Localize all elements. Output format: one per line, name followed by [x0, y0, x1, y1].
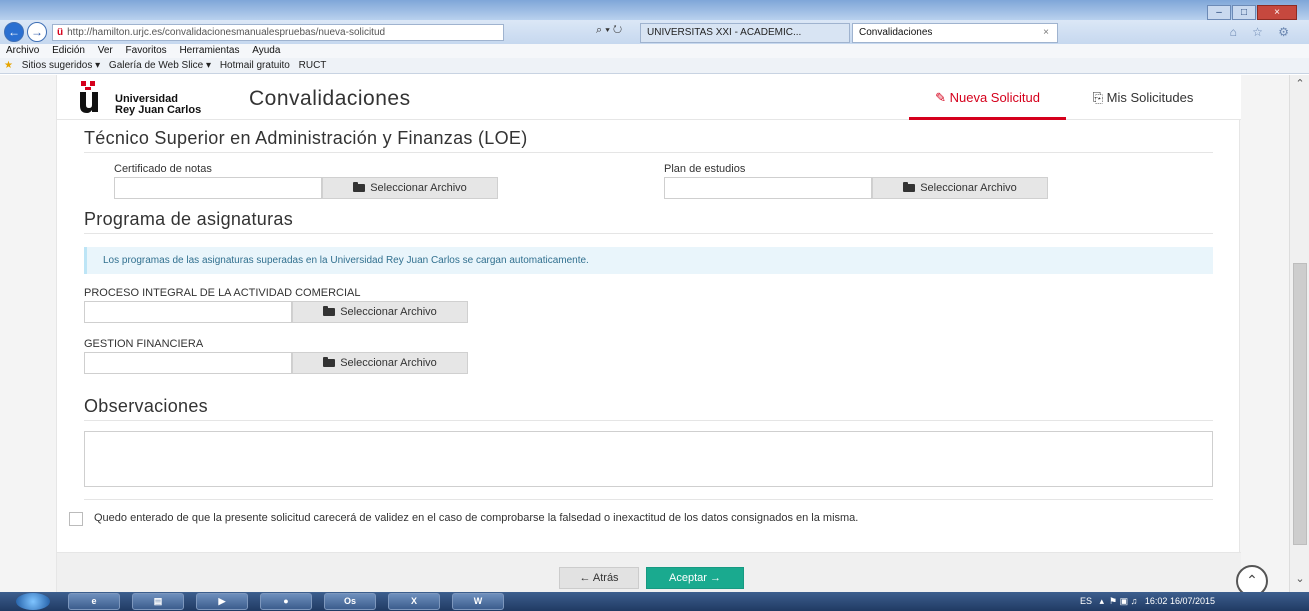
divider — [84, 152, 1213, 153]
certificado-file-field[interactable] — [114, 177, 322, 199]
favorites-bar: ★ Sitios sugeridos ▾ Galería de Web Slic… — [0, 58, 1309, 74]
info-alert: Los programas de las asignaturas superad… — [84, 247, 1213, 274]
tab-close-icon[interactable]: × — [1043, 24, 1049, 42]
subject-file-field[interactable] — [84, 352, 292, 374]
forward-button[interactable]: → — [27, 22, 47, 42]
taskbar-ie-icon[interactable]: e — [68, 593, 120, 610]
page-viewport: Universidad Rey Juan Carlos Convalidacio… — [0, 75, 1289, 592]
maximize-button[interactable]: □ — [1232, 5, 1256, 20]
folder-icon — [323, 306, 336, 316]
site-favicon-icon: ü — [57, 27, 64, 38]
start-button[interactable] — [16, 593, 50, 610]
subject-select-button[interactable]: Seleccionar Archivo — [292, 352, 468, 374]
folder-icon — [903, 182, 916, 192]
taskbar-chrome-icon[interactable]: ● — [260, 593, 312, 610]
page-title[interactable]: Convalidaciones — [249, 87, 411, 111]
window-title-bar: – □ × — [0, 0, 1309, 20]
folder-icon — [353, 182, 366, 192]
menu-bar: Archivo Edición Ver Favoritos Herramient… — [0, 44, 1309, 58]
browser-tool-icons[interactable]: ⌂ ☆ ⚙ — [1230, 25, 1295, 39]
close-window-button[interactable]: × — [1257, 5, 1297, 20]
scroll-down-icon[interactable]: ⌄ — [1290, 572, 1309, 588]
button-label: Seleccionar Archivo — [370, 182, 467, 194]
address-field[interactable]: ü http://hamilton.urjc.es/convalidaciones… — [52, 24, 504, 41]
folder-icon — [323, 357, 336, 367]
menu-ayuda[interactable]: Ayuda — [252, 45, 280, 56]
nav-label: Mis Solicitudes — [1106, 90, 1194, 105]
taskbar-explorer-icon[interactable]: ▤ — [132, 593, 184, 610]
subject-label: PROCESO INTEGRAL DE LA ACTIVIDAD COMERCI… — [84, 287, 361, 299]
system-tray: ES ▴ ⚑ ▣ ♫ 16:02 16/07/2015 — [1080, 593, 1300, 610]
plan-label: Plan de estudios — [664, 163, 746, 175]
observaciones-heading: Observaciones — [84, 396, 208, 416]
form-footer: ← Atrás Aceptar → — [57, 552, 1241, 592]
menu-ver[interactable]: Ver — [98, 45, 113, 56]
plan-select-button[interactable]: Seleccionar Archivo — [872, 177, 1048, 199]
nav-mis-solicitudes[interactable]: ⎘ Mis Solicitudes — [1073, 75, 1213, 120]
pencil-icon: ✎ — [935, 90, 946, 105]
window-controls: – □ × — [1206, 2, 1297, 20]
scroll-thumb[interactable] — [1293, 263, 1307, 545]
favorite-ruct[interactable]: RUCT — [299, 60, 327, 71]
button-label: Seleccionar Archivo — [920, 182, 1017, 194]
favorites-star-icon[interactable]: ★ — [4, 60, 13, 71]
site-header: Universidad Rey Juan Carlos Convalidacio… — [57, 75, 1241, 120]
divider — [84, 233, 1213, 234]
language-indicator[interactable]: ES — [1080, 596, 1092, 606]
nav-nueva-solicitud[interactable]: ✎ Nueva Solicitud — [909, 75, 1066, 120]
page-scrollbar[interactable]: ⌃ ⌄ — [1289, 75, 1309, 592]
menu-herramientas[interactable]: Herramientas — [179, 45, 239, 56]
back-button[interactable]: ← — [4, 22, 24, 42]
taskbar-word-icon[interactable]: W — [452, 593, 504, 610]
certificado-select-button[interactable]: Seleccionar Archivo — [322, 177, 498, 199]
favorite-web-slice[interactable]: Galería de Web Slice ▾ — [109, 60, 211, 71]
programa-heading: Programa de asignaturas — [84, 209, 294, 229]
scroll-up-icon[interactable]: ⌃ — [1290, 77, 1309, 93]
favorite-sitios-sugeridos[interactable]: Sitios sugeridos ▾ — [22, 60, 100, 71]
subject-select-button[interactable]: Seleccionar Archivo — [292, 301, 468, 323]
accept-button[interactable]: Aceptar → — [646, 567, 744, 589]
taskbar-outlook-icon[interactable]: Os — [324, 593, 376, 610]
degree-heading: Técnico Superior en Administración y Fin… — [84, 128, 528, 148]
url-text: http://hamilton.urjc.es/convalidacionesm… — [67, 27, 386, 38]
menu-favoritos[interactable]: Favoritos — [126, 45, 167, 56]
button-label: Seleccionar Archivo — [340, 357, 437, 369]
plan-file-field[interactable] — [664, 177, 872, 199]
favorite-hotmail[interactable]: Hotmail gratuito — [220, 60, 290, 71]
tray-icons[interactable]: ▴ ⚑ ▣ ♫ — [1095, 596, 1143, 606]
divider — [84, 420, 1213, 421]
urjc-logo-icon — [80, 81, 98, 113]
address-tools-icons[interactable]: ⌕ ▾ ↻ — [596, 24, 622, 37]
tab-label: Convalidaciones — [859, 27, 933, 38]
taskbar-excel-icon[interactable]: X — [388, 593, 440, 610]
tab-label: UNIVERSITAS XXI - ACADEMIC... — [647, 27, 802, 38]
copy-icon: ⎘ — [1092, 90, 1104, 105]
divider — [84, 499, 1213, 500]
menu-edicion[interactable]: Edición — [52, 45, 85, 56]
consent-checkbox[interactable] — [69, 512, 83, 526]
certificado-label: Certificado de notas — [114, 163, 212, 175]
logo-line-2: Rey Juan Carlos — [115, 104, 202, 116]
minimize-button[interactable]: – — [1207, 5, 1231, 20]
button-label: Seleccionar Archivo — [340, 306, 437, 318]
taskbar-media-icon[interactable]: ▶ — [196, 593, 248, 610]
subject-label: GESTION FINANCIERA — [84, 338, 204, 350]
consent-label: Quedo enterado de que la presente solici… — [94, 512, 859, 524]
tab-universitas[interactable]: UNIVERSITAS XXI - ACADEMIC... — [640, 23, 850, 43]
clock-time[interactable]: 16:02 — [1145, 596, 1168, 606]
back-button[interactable]: ← Atrás — [559, 567, 639, 589]
tab-convalidaciones[interactable]: Convalidaciones × — [852, 23, 1058, 43]
nav-label: Nueva Solicitud — [949, 90, 1040, 105]
observaciones-textarea[interactable] — [84, 431, 1213, 487]
subject-file-field[interactable] — [84, 301, 292, 323]
menu-archivo[interactable]: Archivo — [6, 45, 39, 56]
clock-date[interactable]: 16/07/2015 — [1170, 596, 1215, 606]
main-container: Universidad Rey Juan Carlos Convalidacio… — [56, 75, 1241, 592]
